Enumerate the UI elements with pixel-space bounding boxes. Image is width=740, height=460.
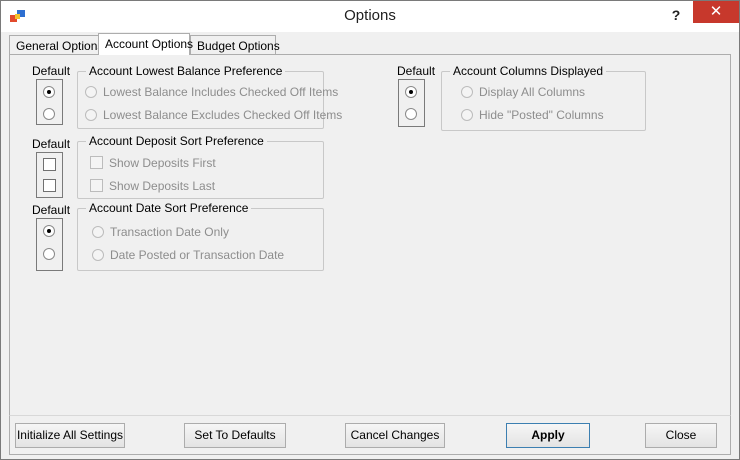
set-to-defaults-button[interactable]: Set To Defaults: [184, 423, 286, 448]
lowest-balance-default-radio-2[interactable]: [43, 108, 55, 120]
help-button[interactable]: ?: [663, 3, 689, 27]
account-options-panel: Default Account Lowest Balance Preferenc…: [9, 54, 731, 416]
columns-group-title: Account Columns Displayed: [450, 64, 607, 78]
date-sort-group: Account Date Sort Preference Transaction…: [77, 201, 324, 271]
date-sort-default-box: [36, 218, 63, 271]
date-sort-option-2-label: Date Posted or Transaction Date: [110, 248, 285, 262]
default-label: Default: [397, 64, 436, 78]
columns-default-radio-1[interactable]: [405, 86, 417, 98]
lowest-balance-option-2-label: Lowest Balance Excludes Checked Off Item…: [103, 108, 343, 122]
window-close-button[interactable]: ✕: [693, 1, 739, 23]
title-bar: Options ? ✕: [1, 1, 739, 32]
deposit-sort-default-check-2[interactable]: [43, 179, 56, 192]
window-title: Options: [344, 7, 396, 24]
lowest-balance-option-2-radio[interactable]: [85, 109, 97, 121]
default-label: Default: [32, 64, 71, 78]
date-sort-default-radio-1[interactable]: [43, 225, 55, 237]
lowest-balance-group-title: Account Lowest Balance Preference: [86, 64, 286, 78]
columns-option-2-radio[interactable]: [461, 109, 473, 121]
columns-group: Account Columns Displayed Display All Co…: [441, 64, 646, 131]
tab-general-options[interactable]: General Options: [9, 35, 103, 55]
date-sort-option-2-radio[interactable]: [92, 249, 104, 261]
deposit-sort-group: Account Deposit Sort Preference Show Dep…: [77, 134, 324, 199]
lowest-balance-group: Account Lowest Balance Preference Lowest…: [77, 64, 342, 129]
columns-default-box: [398, 79, 425, 127]
lowest-balance-default-radio-1[interactable]: [43, 86, 55, 98]
date-sort-group-title: Account Date Sort Preference: [86, 201, 252, 215]
deposit-sort-option-2-check[interactable]: [90, 179, 103, 192]
tab-strip: General Options Account Options Budget O…: [9, 33, 731, 55]
deposit-sort-option-2-label: Show Deposits Last: [109, 179, 216, 193]
cancel-changes-button[interactable]: Cancel Changes: [345, 423, 445, 448]
tab-account-options[interactable]: Account Options: [98, 33, 193, 55]
deposit-sort-option-1-check[interactable]: [90, 156, 103, 169]
date-sort-option-1-label: Transaction Date Only: [110, 225, 229, 239]
options-dialog: Options ? ✕ General Options Account Opti…: [0, 0, 740, 460]
columns-option-2-label: Hide "Posted" Columns: [479, 108, 604, 122]
tab-budget-options[interactable]: Budget Options: [190, 35, 280, 55]
date-sort-option-1-radio[interactable]: [92, 226, 104, 238]
columns-option-1-label: Display All Columns: [479, 85, 586, 99]
deposit-sort-default-check-1[interactable]: [43, 158, 56, 171]
columns-option-1-radio[interactable]: [461, 86, 473, 98]
deposit-sort-option-1-label: Show Deposits First: [109, 156, 216, 170]
default-label: Default: [32, 203, 71, 217]
button-bar: Initialize All Settings Set To Defaults …: [9, 415, 731, 455]
date-sort-default-radio-2[interactable]: [43, 248, 55, 260]
lowest-balance-default-box: [36, 79, 63, 125]
deposit-sort-default-box: [36, 152, 63, 198]
lowest-balance-option-1-label: Lowest Balance Includes Checked Off Item…: [103, 85, 339, 99]
apply-button[interactable]: Apply: [506, 423, 590, 448]
lowest-balance-option-1-radio[interactable]: [85, 86, 97, 98]
columns-default-radio-2[interactable]: [405, 108, 417, 120]
initialize-all-settings-button[interactable]: Initialize All Settings: [15, 423, 125, 448]
close-button[interactable]: Close: [645, 423, 717, 448]
deposit-sort-group-title: Account Deposit Sort Preference: [86, 134, 267, 148]
default-label: Default: [32, 137, 71, 151]
